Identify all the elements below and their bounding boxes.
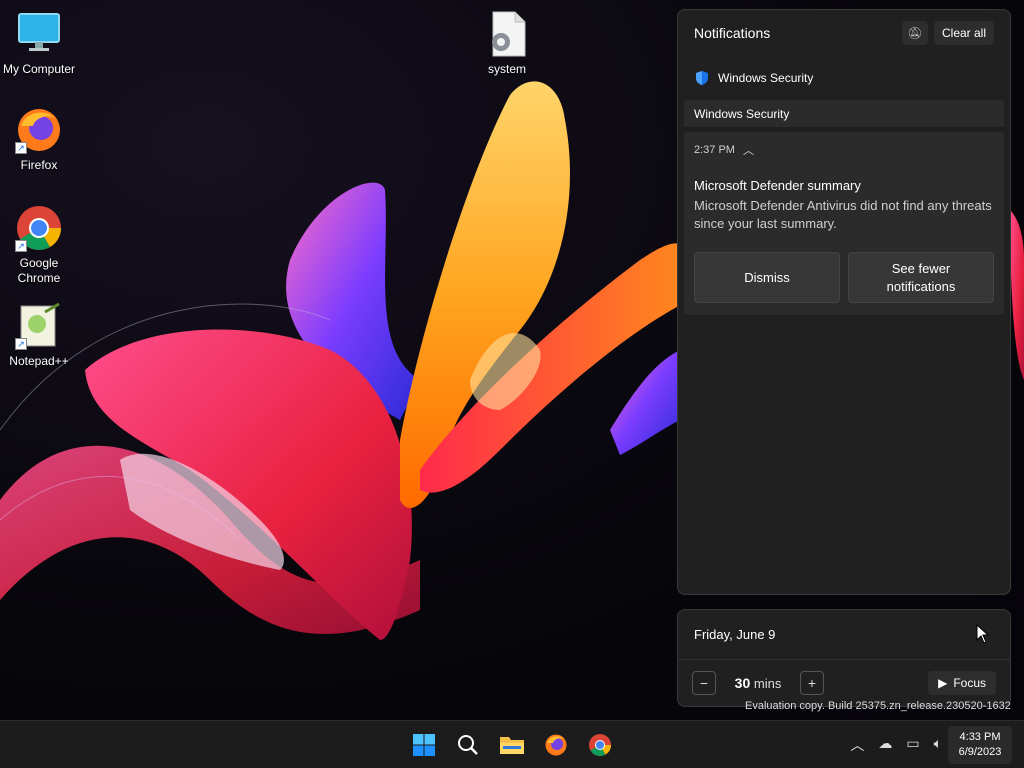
- focus-duration: 30 mins: [726, 675, 790, 691]
- desktop-icon-label: system: [487, 62, 526, 76]
- focus-minutes-unit: mins: [753, 676, 782, 691]
- notification-group-title: Windows Security: [684, 100, 1004, 128]
- clock-time: 4:33 PM: [959, 731, 1001, 743]
- do-not-disturb-button[interactable]: 🔕︎: [901, 21, 928, 45]
- shortcut-arrow-icon: ↗: [15, 338, 27, 350]
- notification-toast[interactable]: 2:37 PM ︿ Microsoft Defender summary Mic…: [684, 132, 1004, 315]
- chrome-icon: ↗: [15, 204, 63, 252]
- toast-timestamp: 2:37 PM: [694, 144, 735, 156]
- windows-security-shield-icon: [696, 71, 708, 85]
- notification-title: Notifications: [694, 25, 771, 41]
- volume-icon[interactable]: 🔈︎: [934, 735, 942, 755]
- firefox-icon: ↗: [15, 106, 63, 154]
- desktop-icon-label: Firefox: [20, 158, 58, 172]
- clock[interactable]: 4:33 PM 6/9/2023: [948, 726, 1012, 764]
- evaluation-watermark: Evaluation copy. Build 25375.zn_release.…: [745, 700, 1011, 712]
- toast-body: Microsoft Defender Antivirus did not fin…: [694, 198, 992, 231]
- toast-title: Microsoft Defender summary: [694, 178, 861, 193]
- bell-snooze-icon: 🔕︎: [907, 26, 923, 40]
- notification-group[interactable]: Windows Security: [684, 100, 1004, 128]
- desktop-icon-label: My Computer: [2, 62, 76, 76]
- desktop-icon-notepadpp[interactable]: ↗ Notepad++: [0, 302, 78, 369]
- monitor-icon: [15, 10, 63, 58]
- desktop-icon-label: Notepad++: [9, 354, 69, 368]
- desktop-icon-system[interactable]: system: [468, 10, 546, 77]
- firefox-taskbar-button[interactable]: [540, 729, 572, 761]
- increase-minutes-button[interactable]: +: [800, 671, 824, 695]
- shortcut-arrow-icon: ↗: [15, 142, 27, 154]
- focus-label: Focus: [953, 676, 986, 690]
- notification-center: Notifications 🔕︎ Clear all Windows Secur…: [677, 9, 1011, 595]
- cloud-offline-icon[interactable]: ☁: [878, 735, 892, 755]
- play-icon: ▶: [938, 676, 948, 690]
- decrease-minutes-button[interactable]: −: [692, 671, 716, 695]
- desktop-icon-my-computer[interactable]: My Computer: [0, 10, 78, 77]
- taskbar: ︿ ☁ ▭ 🔈︎ 4:33 PM 6/9/2023: [0, 720, 1024, 768]
- chevron-up-icon[interactable]: ︿: [743, 142, 754, 158]
- system-tray: ︿ ☁ ▭ 🔈︎: [850, 735, 942, 755]
- shortcut-arrow-icon: ↗: [15, 240, 27, 252]
- clock-date: 6/9/2023: [958, 746, 1002, 758]
- focus-minutes-value: 30: [734, 675, 751, 691]
- desktop-icon-label: Google Chrome: [17, 256, 61, 285]
- file-explorer-button[interactable]: [496, 729, 528, 761]
- calendar-panel: Friday, June 9 − 30 mins + ▶ Focus: [677, 609, 1011, 707]
- windows-logo-icon: [413, 734, 435, 756]
- see-fewer-notifications-button[interactable]: See fewer notifications: [848, 252, 994, 303]
- dismiss-button[interactable]: Dismiss: [694, 252, 840, 303]
- clear-all-button[interactable]: Clear all: [933, 21, 994, 45]
- chevron-up-icon[interactable]: ︿: [850, 735, 864, 755]
- chrome-taskbar-button[interactable]: [584, 729, 616, 761]
- notification-app-header: Windows Security: [678, 56, 1010, 100]
- desktop-icon-firefox[interactable]: ↗ Firefox: [0, 106, 78, 173]
- firefox-icon: [545, 734, 567, 756]
- search-button[interactable]: [452, 729, 484, 761]
- settings-file-icon: [483, 10, 531, 58]
- mouse-cursor-icon: [976, 624, 990, 644]
- search-icon: [458, 735, 478, 755]
- notification-app-name: Windows Security: [718, 71, 814, 85]
- calendar-date: Friday, June 9: [694, 627, 776, 642]
- notification-header: Notifications 🔕︎ Clear all: [678, 10, 1010, 56]
- chrome-icon: [589, 734, 611, 756]
- focus-button[interactable]: ▶ Focus: [928, 671, 996, 695]
- start-button[interactable]: [408, 729, 440, 761]
- network-icon[interactable]: ▭: [906, 735, 919, 755]
- notepadpp-icon: ↗: [15, 302, 63, 350]
- folder-icon: [500, 737, 524, 754]
- desktop-icon-chrome[interactable]: ↗ Google Chrome: [0, 204, 78, 286]
